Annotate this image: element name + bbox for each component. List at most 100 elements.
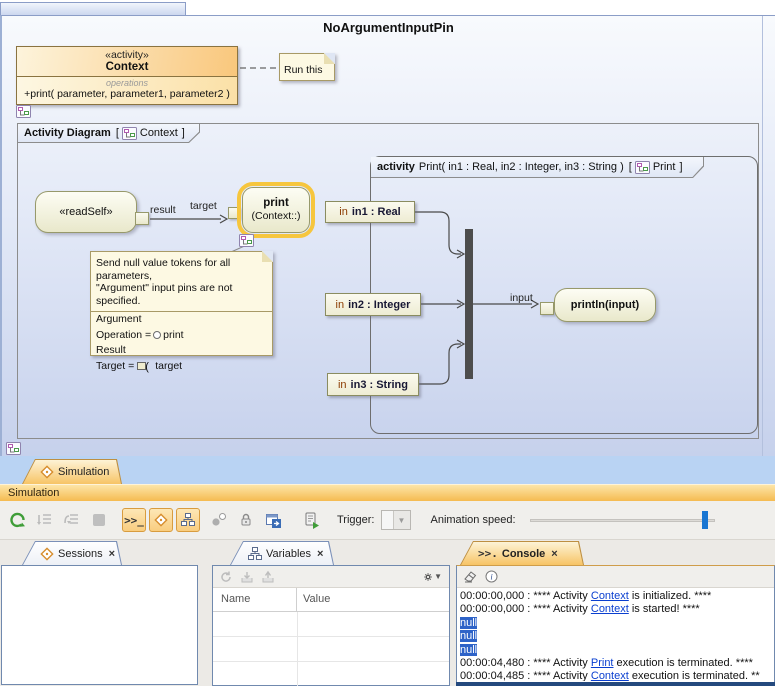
tab-sessions[interactable]: Sessions × — [22, 541, 122, 565]
gear-caret-icon: ▼ — [434, 572, 442, 581]
show-held-tokens-button[interactable] — [176, 508, 200, 532]
context-class-header: «activity» Context — [17, 47, 237, 77]
tab-simulation[interactable]: Simulation — [22, 459, 122, 484]
print-target-pin[interactable] — [228, 207, 240, 219]
resume-button[interactable] — [6, 508, 30, 532]
note-line-2: "Argument" input pins are not specified. — [96, 282, 268, 307]
sessions-panel[interactable] — [1, 565, 198, 685]
note-result-row: Result — [91, 343, 272, 359]
readself-label: «readSelf» — [59, 206, 112, 218]
note-operation-row: Operation =print — [91, 328, 272, 344]
console-line: null — [460, 617, 774, 630]
stop-button[interactable] — [87, 508, 111, 532]
param-node-in1[interactable]: in in1 : Real — [325, 201, 415, 223]
lock-button[interactable] — [234, 508, 258, 532]
print-behavior-shortcut-icon[interactable] — [239, 234, 254, 247]
import-button[interactable] — [259, 568, 277, 586]
trigger-dropdown-value — [382, 511, 394, 529]
operation-icon — [153, 331, 161, 339]
breakpoints-button[interactable] — [207, 508, 231, 532]
tab-variables[interactable]: Variables × — [230, 541, 334, 565]
background-window-tab[interactable] — [0, 2, 186, 15]
console-link[interactable]: Print — [591, 657, 614, 669]
console-toggle-button[interactable]: >>_ — [122, 508, 146, 532]
console-panel: i 00:00:00,000 : **** Activity Context i… — [456, 565, 775, 686]
tab-console[interactable]: >>. Console × — [460, 541, 584, 565]
result-edge-label: result — [150, 204, 176, 216]
sessions-icon — [40, 547, 54, 561]
variables-table[interactable]: Name Value — [213, 588, 449, 686]
simulation-dock: Simulation Simulation >>_ — [0, 456, 775, 686]
target-edge-label: target — [190, 200, 217, 212]
param-node-in2[interactable]: in in2 : Integer — [325, 293, 421, 316]
step-into-button[interactable] — [33, 508, 57, 532]
println-action[interactable]: println(input) — [554, 288, 656, 322]
print-action-qualifier: (Context::) — [251, 210, 300, 223]
println-input-pin[interactable] — [540, 302, 554, 315]
step-over-button[interactable] — [60, 508, 84, 532]
console-close-icon[interactable]: × — [551, 548, 557, 560]
clear-console-button[interactable] — [461, 568, 479, 586]
print-action-highlighted[interactable]: print (Context::) — [242, 187, 310, 233]
console-line: 00:00:00,000 : **** Activity Context is … — [460, 590, 774, 603]
activity-signature: Print( in1 : Real, in2 : Integer, in3 : … — [419, 161, 624, 173]
animation-speed-slider[interactable] — [530, 511, 715, 529]
context-operations-compartment: operations +print( parameter, parameter1… — [17, 77, 237, 104]
start-web-server-button[interactable] — [300, 508, 324, 532]
export-button[interactable] — [238, 568, 256, 586]
refresh-button[interactable] — [217, 568, 235, 586]
console-line: 00:00:00,000 : **** Activity Context is … — [460, 603, 774, 616]
animation-speed-label: Animation speed: — [431, 514, 516, 526]
column-header-value[interactable]: Value — [297, 588, 449, 611]
note-argument-row: Argument — [91, 312, 272, 328]
activity-open-bracket: [ — [629, 161, 632, 173]
console-line: null — [460, 644, 774, 657]
tree-icon — [181, 513, 195, 527]
context-class-node[interactable]: «activity» Context operations +print( pa… — [16, 46, 238, 105]
run-this-note[interactable]: Run this — [279, 53, 335, 81]
console-link[interactable]: Context — [591, 603, 629, 615]
note-target-row: Target =target — [91, 359, 272, 375]
frame-close-bracket: ] — [182, 127, 185, 139]
specification-note[interactable]: Send null value tokens for all parameter… — [90, 251, 273, 356]
info-button[interactable]: i — [482, 568, 500, 586]
slider-track — [530, 519, 715, 522]
console-line: 00:00:04,485 : **** Activity Context exe… — [460, 670, 774, 681]
pin-icon — [137, 362, 146, 370]
readself-result-pin[interactable] — [135, 212, 149, 225]
context-diagram-shortcut-icon[interactable] — [16, 105, 31, 118]
print-action-name: print — [263, 197, 289, 210]
note-line-1: Send null value tokens for all parameter… — [96, 257, 268, 282]
simulation-toolbar: >>_ Trigger: ▼ — [0, 501, 775, 540]
open-diagram-button[interactable] — [261, 508, 285, 532]
activity-diagram-frame-label[interactable]: Activity Diagram [ Context ] — [18, 124, 200, 143]
console-link[interactable]: Context — [591, 590, 629, 602]
operations-compartment-label: operations — [17, 78, 237, 88]
column-header-name[interactable]: Name — [213, 588, 297, 611]
console-link[interactable]: Context — [591, 670, 629, 681]
console-output[interactable]: 00:00:00,000 : **** Activity Context is … — [457, 588, 774, 681]
animation-speed-thumb[interactable] — [702, 511, 708, 529]
options-gear-button[interactable]: ▼ — [424, 568, 442, 586]
context-class-name: Context — [17, 61, 237, 74]
console-line: null — [460, 630, 774, 643]
print-activity-frame-label[interactable]: activity Print( in1 : Real, in2 : Intege… — [371, 157, 704, 178]
readself-action[interactable]: «readSelf» — [35, 191, 137, 233]
console-toggle-icon: >>_ — [124, 514, 144, 527]
param-node-in3[interactable]: in in3 : String — [327, 373, 419, 396]
variables-close-icon[interactable]: × — [317, 548, 323, 560]
animation-icon — [154, 513, 168, 527]
join-node-bar[interactable] — [465, 229, 473, 379]
magicdraw-simulation-screen: NoArgumentInputPin «activity» Context op… — [0, 0, 775, 686]
activity-close-bracket: ] — [679, 161, 682, 173]
console-toolbar: i — [457, 566, 774, 588]
print-diagram-icon — [635, 161, 650, 174]
canvas-corner-diagram-icon[interactable] — [6, 442, 21, 455]
diagram-canvas[interactable]: NoArgumentInputPin «activity» Context op… — [0, 15, 775, 456]
context-stereotype: «activity» — [17, 49, 237, 61]
activity-diagram-name: Print — [653, 161, 676, 173]
animation-toggle-button[interactable] — [149, 508, 173, 532]
diagram-context-name: Context — [140, 127, 178, 139]
trigger-dropdown[interactable]: ▼ — [381, 510, 411, 530]
sessions-close-icon[interactable]: × — [109, 548, 115, 560]
